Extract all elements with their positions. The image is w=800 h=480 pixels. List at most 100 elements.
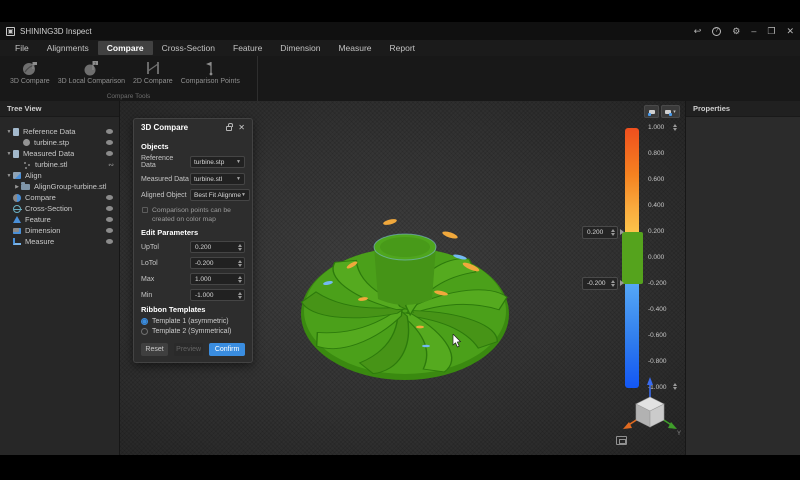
folder-icon (21, 184, 30, 190)
titlebar: ▣ SHINING3D Inspect ↩ ? ⚙ – ❐ ✕ (0, 22, 800, 40)
dialog-header[interactable]: 3D Compare ✕ (134, 119, 252, 135)
spinner-icon[interactable] (609, 280, 617, 287)
expand-arrow-icon[interactable]: ▼ (5, 173, 13, 179)
menu-measure[interactable]: Measure (329, 41, 380, 55)
comparison-points-icon (201, 60, 219, 76)
lower-tolerance-input[interactable]: -0.200 (582, 277, 618, 290)
tree-item-aligngroup[interactable]: ▶ AlignGroup-turbine.stl (0, 181, 119, 192)
minimize-button[interactable]: – (751, 27, 756, 36)
tree-item-cross-section[interactable]: Cross-Section (0, 203, 119, 214)
menu-feature[interactable]: Feature (224, 41, 271, 55)
dialog-title: 3D Compare (141, 123, 188, 132)
pin-lock-icon[interactable] (226, 126, 232, 131)
spinner-icon[interactable] (609, 229, 617, 236)
colorbar-tick: 0.400 (648, 202, 678, 209)
visibility-eye-icon[interactable] (106, 217, 113, 222)
properties-panel: Properties (685, 101, 800, 455)
menu-cross-section[interactable]: Cross-Section (153, 41, 224, 55)
reset-button[interactable]: Reset (141, 343, 168, 356)
aligned-object-dropdown[interactable]: Best Fit Alignme ▼ (190, 189, 250, 201)
colorbar-tick: -0.800 (648, 358, 678, 365)
tree-item-compare[interactable]: Compare (0, 192, 119, 203)
spinner-icon[interactable] (236, 276, 244, 283)
max-input[interactable]: 1.000 (190, 273, 245, 285)
tree-view-panel: Tree View ▼ Reference Data turbine.stp ▼ (0, 101, 120, 455)
3d-viewport[interactable]: 3D Compare ✕ Objects Reference Data turb… (120, 101, 685, 455)
menu-report[interactable]: Report (381, 41, 425, 55)
uptol-input[interactable]: 0.200 (190, 241, 245, 253)
confirm-button[interactable]: Confirm (209, 343, 245, 356)
menu-compare[interactable]: Compare (98, 41, 153, 55)
lotol-input[interactable]: -0.200 (190, 257, 245, 269)
spinner-icon[interactable] (236, 244, 244, 251)
spinner-icon[interactable] (236, 292, 244, 299)
max-range-spinner[interactable] (671, 124, 679, 131)
min-input[interactable]: -1.000 (190, 289, 245, 301)
preview-button[interactable]: Preview (174, 343, 203, 356)
2d-compare-icon (144, 60, 162, 76)
template-2-option[interactable]: Template 2 (Symmetrical) (141, 328, 245, 335)
collapsed-arrow-icon[interactable]: ▶ (13, 184, 21, 190)
visibility-eye-icon[interactable] (106, 151, 113, 156)
tree-item-measure[interactable]: Measure (0, 236, 119, 247)
tool-3d-compare[interactable]: 3D Compare (6, 59, 54, 86)
visibility-eye-icon[interactable] (106, 206, 113, 211)
radio-selected-icon[interactable] (141, 318, 148, 325)
colorbar-tick: 0.000 (648, 254, 678, 261)
help-icon[interactable]: ? (712, 27, 721, 36)
lower-tolerance-pointer (620, 280, 624, 286)
upper-tolerance-input[interactable]: 0.200 (582, 226, 618, 239)
expand-arrow-icon[interactable]: ▼ (5, 129, 13, 135)
visibility-eye-icon[interactable] (106, 195, 113, 200)
app-window: ▣ SHINING3D Inspect ↩ ? ⚙ – ❐ ✕ File Ali… (0, 22, 800, 455)
tree-item-reference-data[interactable]: ▼ Reference Data (0, 126, 119, 137)
dialog-close-icon[interactable]: ✕ (238, 123, 245, 132)
app-logo-icon: ▣ (6, 27, 15, 36)
tool-2d-compare[interactable]: 2D Compare (129, 59, 177, 86)
compare-tools-group: 3D Compare 1 3D Local Comparison (0, 56, 258, 101)
spinner-icon[interactable] (236, 260, 244, 267)
objects-section-header: Objects (141, 142, 245, 151)
visibility-eye-icon[interactable] (106, 140, 113, 145)
cad-model-icon (23, 139, 30, 146)
tree-item-measured-data[interactable]: ▼ Measured Data (0, 148, 119, 159)
tree-item-feature[interactable]: Feature (0, 214, 119, 225)
measured-data-dropdown[interactable]: turbine.stl ▼ (190, 173, 245, 185)
maximize-button[interactable]: ❐ (767, 27, 775, 36)
colorbar-tolerance-band[interactable] (622, 232, 643, 284)
radio-icon[interactable] (141, 328, 148, 335)
turbine-model[interactable] (298, 205, 512, 389)
ribbon-toolbar: 3D Compare 1 3D Local Comparison (0, 56, 800, 101)
tree-item-turbine-stl[interactable]: turbine.stl ∾ (0, 159, 119, 170)
tool-3d-local-comparison[interactable]: 1 3D Local Comparison (54, 59, 129, 86)
align-icon (13, 172, 21, 179)
colorbar-options-button[interactable]: ▾ (661, 105, 680, 118)
menu-file[interactable]: File (6, 41, 38, 55)
deviation-colorbar[interactable] (625, 128, 639, 388)
reference-data-dropdown[interactable]: turbine.stp ▼ (190, 156, 245, 168)
tree-item-align[interactable]: ▼ Align (0, 170, 119, 181)
axis-triad[interactable]: Y (617, 375, 683, 441)
chevron-down-icon: ▾ (673, 109, 676, 115)
visibility-eye-icon[interactable] (106, 239, 113, 244)
comparison-points-checkbox[interactable] (142, 207, 148, 213)
close-button[interactable]: ✕ (786, 27, 794, 36)
menu-alignments[interactable]: Alignments (38, 41, 98, 55)
chevron-down-icon: ▼ (236, 159, 241, 165)
colorbar-negative-gradient (625, 284, 639, 388)
visibility-eye-icon[interactable] (106, 228, 113, 233)
mouse-cursor (452, 334, 462, 348)
menu-dimension[interactable]: Dimension (271, 41, 329, 55)
template-1-option[interactable]: Template 1 (asymmetric) (141, 318, 245, 325)
tree-item-dimension[interactable]: Dimension (0, 225, 119, 236)
expand-arrow-icon[interactable]: ▼ (5, 151, 13, 157)
settings-gear-icon[interactable]: ⚙ (732, 27, 740, 36)
view-projection-icon[interactable] (616, 436, 627, 445)
feedback-icon[interactable]: ↩ (694, 27, 702, 36)
visibility-eye-icon[interactable] (106, 129, 113, 134)
colorbar-display-button[interactable] (644, 105, 659, 118)
reference-data-icon (13, 128, 19, 136)
tool-comparison-points[interactable]: Comparison Points (177, 59, 244, 86)
link-icon[interactable]: ∾ (108, 161, 114, 169)
tree-item-turbine-stp[interactable]: turbine.stp (0, 137, 119, 148)
